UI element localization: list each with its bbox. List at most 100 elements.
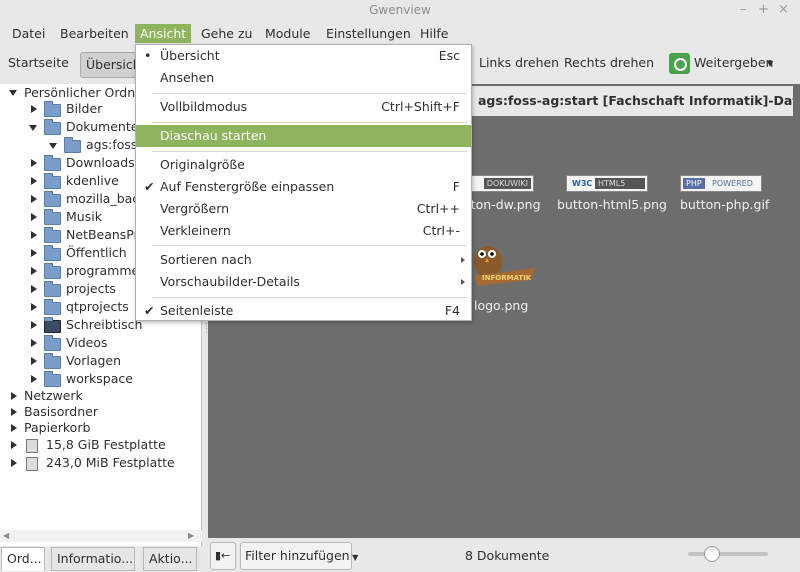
expand-arrow-icon[interactable] <box>31 213 37 221</box>
scroll-left-icon[interactable]: ◀ <box>3 531 9 540</box>
menu-item-label: Originalgröße <box>160 157 245 172</box>
thumbnail-label[interactable]: button-html5.png <box>557 197 667 212</box>
share-dropdown-arrow-icon[interactable]: ▼ <box>767 59 773 68</box>
tree-item-ags-foss-ag[interactable]: ags:foss-ag <box>86 136 136 154</box>
place-papierkorb[interactable]: Papierkorb <box>24 419 90 437</box>
zoom-slider[interactable] <box>688 552 768 556</box>
menu-bearbeiten[interactable]: Bearbeiten <box>55 24 134 43</box>
tree-item-kdenlive[interactable]: kdenlive <box>66 172 119 190</box>
menu-item-vorschaubilder[interactable]: Vorschaubilder-Details <box>136 271 471 293</box>
expand-arrow-icon[interactable] <box>31 375 37 383</box>
toggle-sidebar-button[interactable]: ▮← <box>210 542 236 570</box>
expand-arrow-icon[interactable] <box>31 303 37 311</box>
expand-arrow-icon[interactable] <box>11 408 17 416</box>
expand-arrow-icon[interactable] <box>31 267 37 275</box>
tree-item-bilder[interactable]: Bilder <box>66 100 102 118</box>
expand-arrow-icon[interactable] <box>11 441 17 449</box>
expand-arrow-icon[interactable] <box>31 195 37 203</box>
tree-item-oeffentlich[interactable]: Öffentlich <box>66 244 127 262</box>
zoom-slider-handle[interactable] <box>704 546 720 562</box>
place-drive-1[interactable]: 15,8 GiB Festplatte <box>46 436 166 454</box>
thumbnail-button-html5[interactable]: W3C HTML5 <box>566 175 648 192</box>
menu-item-ansehen[interactable]: Ansehen <box>136 67 471 89</box>
dropdown-arrow-icon: ▼ <box>349 553 359 562</box>
expand-arrow-icon[interactable] <box>11 459 17 467</box>
menu-einstellungen[interactable]: Einstellungen <box>321 24 416 43</box>
tree-item-netbeans[interactable]: NetBeansProjects <box>66 226 136 244</box>
tree-item-mozilla-backup[interactable]: mozilla_backup <box>66 190 136 208</box>
folder-icon <box>44 281 61 297</box>
expand-arrow-icon[interactable] <box>31 231 37 239</box>
menu-item-verkleinern[interactable]: Verkleinern Ctrl+- <box>136 220 471 242</box>
menu-module[interactable]: Module <box>260 24 315 43</box>
thumbnail-button-php[interactable]: PHP POWERED <box>680 175 762 192</box>
menu-item-fenstergroesse[interactable]: ✔ Auf Fenstergröße einpassen F <box>136 176 471 198</box>
thumbnail-label[interactable]: button-php.gif <box>680 197 769 212</box>
desktop-folder-icon <box>44 317 61 333</box>
rotate-left-button[interactable]: Links drehen <box>479 55 559 70</box>
start-page-button[interactable]: Startseite <box>8 55 69 70</box>
menu-item-uebersicht[interactable]: • Übersicht Esc <box>136 45 471 67</box>
menu-item-seitenleiste[interactable]: ✔ Seitenleiste F4 <box>136 300 471 322</box>
sidebar-horizontal-scrollbar[interactable]: ◀ ▶ <box>0 530 202 542</box>
menu-gehe-zu[interactable]: Gehe zu <box>196 24 257 43</box>
menu-item-originalgroesse[interactable]: Originalgröße <box>136 154 471 176</box>
collapse-arrow-icon[interactable] <box>29 125 37 131</box>
menu-separator <box>152 245 467 246</box>
tree-item-schreibtisch[interactable]: Schreibtisch <box>66 316 142 334</box>
badge-html5: HTML5 <box>595 178 645 189</box>
minimize-button[interactable]: – <box>740 2 747 17</box>
submenu-arrow-icon <box>461 257 465 263</box>
close-button[interactable]: × <box>778 2 789 17</box>
tree-item-musik[interactable]: Musik <box>66 208 102 226</box>
expand-arrow-icon[interactable] <box>31 177 37 185</box>
menu-shortcut: Ctrl+- <box>422 223 460 238</box>
menu-item-label: Verkleinern <box>160 223 231 238</box>
menu-separator <box>152 93 467 94</box>
expand-arrow-icon[interactable] <box>31 249 37 257</box>
collapse-arrow-icon[interactable] <box>49 143 57 149</box>
hard-drive-icon <box>26 439 38 453</box>
tree-item-programme[interactable]: programme <box>66 262 136 280</box>
tree-item-workspace[interactable]: workspace <box>66 370 133 388</box>
tree-item-downloads[interactable]: Downloads <box>66 154 135 172</box>
tree-item-vorlagen[interactable]: Vorlagen <box>66 352 121 370</box>
thumbnail-label[interactable]: logo.png <box>474 298 528 313</box>
expand-arrow-icon[interactable] <box>31 159 37 167</box>
expand-arrow-icon[interactable] <box>11 392 17 400</box>
folder-icon <box>64 137 81 153</box>
menu-shortcut: Ctrl++ <box>416 201 460 216</box>
menu-ansicht[interactable]: Ansicht <box>135 24 192 43</box>
expand-arrow-icon[interactable] <box>31 105 37 113</box>
expand-arrow-icon[interactable] <box>31 357 37 365</box>
expand-arrow-icon[interactable] <box>31 285 37 293</box>
collapse-arrow-icon[interactable] <box>9 90 17 96</box>
add-filter-button[interactable]: Filter hinzufügen ▼ <box>240 542 358 570</box>
overview-button[interactable]: Übersicht <box>80 52 140 78</box>
tree-item-qtprojects[interactable]: qtprojects <box>66 298 129 316</box>
scroll-right-icon[interactable]: ▶ <box>188 531 194 540</box>
menu-item-sortieren[interactable]: Sortieren nach <box>136 249 471 271</box>
menu-item-vergroessern[interactable]: Vergrößern Ctrl++ <box>136 198 471 220</box>
rotate-right-button[interactable]: Rechts drehen <box>564 55 654 70</box>
menu-item-label: Sortieren nach <box>160 252 252 267</box>
expand-arrow-icon[interactable] <box>31 339 37 347</box>
folder-icon <box>44 245 61 261</box>
place-drive-2[interactable]: 243,0 MiB Festplatte <box>46 454 175 472</box>
tab-ordner[interactable]: Ord... <box>1 547 45 571</box>
folder-icon <box>44 155 61 171</box>
maximize-button[interactable]: + <box>758 2 769 17</box>
tree-item-videos[interactable]: Videos <box>66 334 108 352</box>
menu-item-diaschau[interactable]: Diaschau starten <box>136 125 471 147</box>
owl-logo-thumbnail[interactable]: INFORMATIK <box>470 240 540 290</box>
tab-informationen[interactable]: Informatio... <box>51 547 135 571</box>
tree-item-dokumente[interactable]: Dokumente <box>66 118 138 136</box>
share-button[interactable]: Weitergeben <box>694 55 773 70</box>
tree-item-projects[interactable]: projects <box>66 280 116 298</box>
expand-arrow-icon[interactable] <box>11 424 17 432</box>
menu-item-vollbildmodus[interactable]: Vollbildmodus Ctrl+Shift+F <box>136 96 471 118</box>
expand-arrow-icon[interactable] <box>31 321 37 329</box>
menu-hilfe[interactable]: Hilfe <box>415 24 453 43</box>
tab-aktionen[interactable]: Aktio... <box>143 547 197 571</box>
menu-datei[interactable]: Datei <box>7 24 50 43</box>
